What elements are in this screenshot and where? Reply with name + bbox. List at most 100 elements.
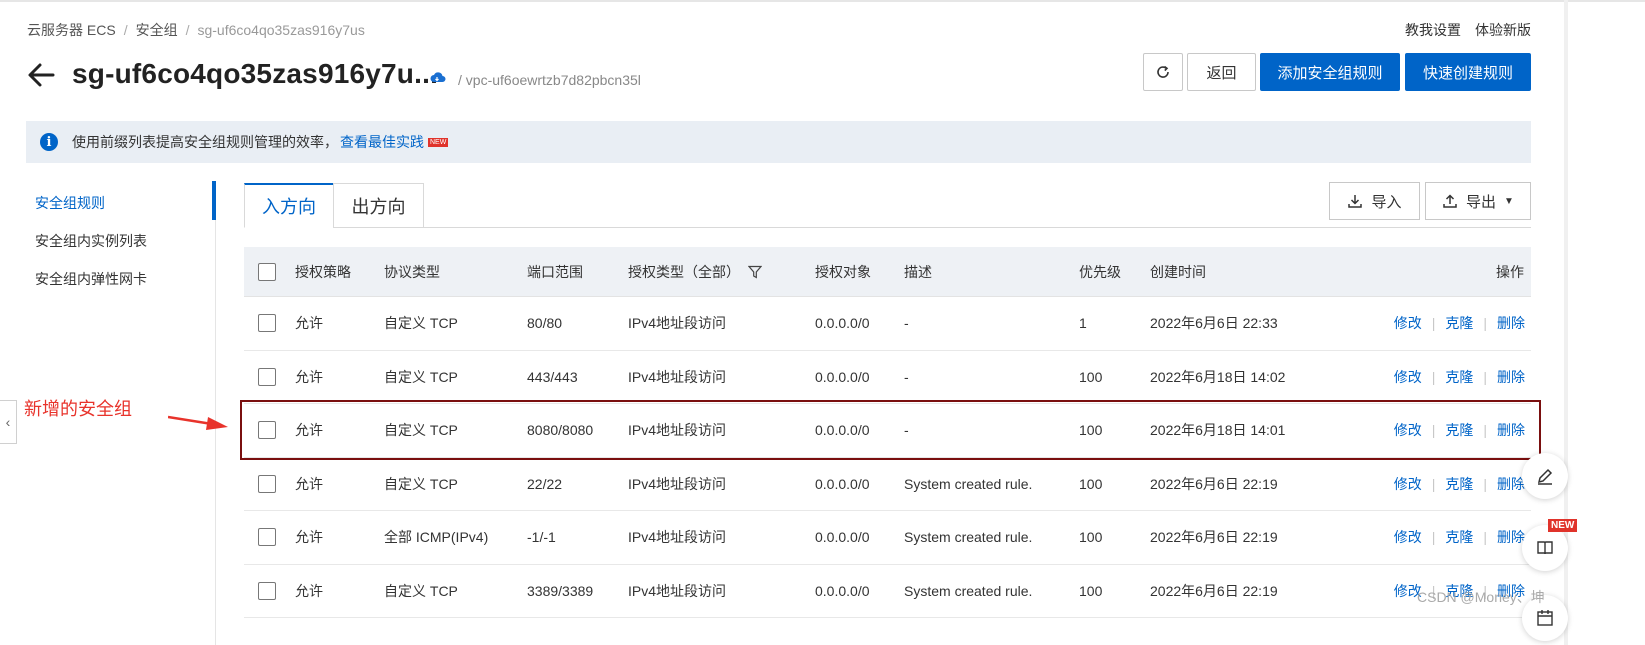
action-separator: |: [1431, 529, 1436, 546]
cell-auth-type: IPv4地址段访问: [628, 529, 727, 546]
clone-link[interactable]: 克隆: [1445, 527, 1473, 547]
cell-port: 443/443: [527, 368, 578, 385]
sidebar-item-enis[interactable]: 安全组内弹性网卡: [35, 269, 147, 289]
cell-created: 2022年6月6日 22:19: [1150, 529, 1278, 546]
cell-port: -1/-1: [527, 529, 556, 546]
action-separator: |: [1483, 368, 1487, 385]
filter-icon[interactable]: [748, 265, 762, 279]
cloud-sync-icon[interactable]: [430, 71, 446, 85]
edit-link[interactable]: 修改: [1394, 527, 1422, 547]
delete-link[interactable]: 删除: [1497, 313, 1525, 333]
edit-link[interactable]: 修改: [1394, 474, 1422, 494]
row-checkbox[interactable]: [258, 367, 276, 386]
try-new-version-link[interactable]: 体验新版: [1475, 20, 1531, 40]
tab-inbound[interactable]: 入方向: [244, 183, 334, 228]
delete-link[interactable]: 删除: [1497, 474, 1525, 494]
cell-priority: 100: [1079, 475, 1103, 492]
table-row: 允许 自定义 TCP 80/80 IPv4地址段访问 0.0.0.0/0 - 1 2022年6…: [244, 297, 1531, 351]
cell-priority: 100: [1079, 582, 1103, 599]
action-separator: |: [1483, 529, 1487, 546]
chevron-left-icon: ‹: [5, 414, 11, 430]
cell-created: 2022年6月6日 22:33: [1150, 315, 1278, 332]
cell-auth-object: 0.0.0.0/0: [815, 475, 870, 492]
header-priority: 优先级: [1079, 263, 1121, 280]
calendar-icon: [1537, 610, 1553, 626]
cell-created: 2022年6月18日 14:02: [1150, 368, 1286, 385]
table-row: 允许 自定义 TCP 443/443 IPv4地址段访问 0.0.0.0/0 - 100 20…: [244, 350, 1531, 404]
cell-policy: 允许: [295, 475, 323, 492]
table-row: 允许 自定义 TCP 3389/3389 IPv4地址段访问 0.0.0.0/0 Syst…: [244, 564, 1531, 618]
breadcrumb-item-ecs[interactable]: 云服务器 ECS: [27, 20, 116, 40]
cell-auth-object: 0.0.0.0/0: [815, 529, 870, 546]
delete-link[interactable]: 删除: [1497, 367, 1525, 387]
collapse-handle[interactable]: ‹: [0, 400, 17, 444]
add-rule-button[interactable]: 添加安全组规则: [1260, 53, 1400, 91]
annotation-arrow-icon: [168, 415, 228, 430]
watermark: CSDN @Money、坤: [1417, 589, 1545, 605]
tabs-divider: [244, 227, 1531, 228]
cell-auth-object: 0.0.0.0/0: [815, 315, 870, 332]
export-button[interactable]: 导出 ▼: [1425, 182, 1531, 220]
vpc-label[interactable]: / vpc-uf6oewrtzb7d82pbcn35l: [458, 72, 641, 88]
header-policy: 授权策略: [295, 263, 351, 280]
cell-created: 2022年6月6日 22:19: [1150, 582, 1278, 599]
back-button[interactable]: 返回: [1187, 53, 1256, 91]
sidebar-active-indicator: [212, 181, 216, 220]
feedback-button[interactable]: [1522, 453, 1568, 499]
header-auth-object: 授权对象: [815, 263, 871, 280]
sidebar-item-instances[interactable]: 安全组内实例列表: [35, 231, 147, 251]
header-created: 创建时间: [1150, 263, 1206, 280]
cell-description: -: [904, 315, 909, 332]
cell-description: -: [904, 368, 909, 385]
float-new-badge: NEW: [1548, 519, 1578, 532]
cell-created: 2022年6月6日 22:19: [1150, 475, 1278, 492]
teach-me-link[interactable]: 教我设置: [1405, 20, 1461, 40]
clone-link[interactable]: 克隆: [1445, 313, 1473, 333]
header-description: 描述: [904, 263, 932, 280]
select-all-checkbox[interactable]: [258, 262, 276, 281]
cell-protocol: 自定义 TCP: [384, 315, 458, 332]
header-auth-type: 授权类型（全部）: [628, 263, 740, 280]
cell-protocol: 全部 ICMP(IPv4): [384, 529, 489, 546]
sidebar-item-rules[interactable]: 安全组规则: [35, 193, 105, 213]
cell-priority: 100: [1079, 368, 1103, 385]
clone-link[interactable]: 克隆: [1445, 367, 1473, 387]
cell-port: 80/80: [527, 315, 563, 332]
row-actions: 修改 | 克隆 | 删除: [1394, 367, 1525, 387]
download-icon: [1348, 195, 1363, 208]
best-practice-link[interactable]: 查看最佳实践: [340, 132, 424, 152]
info-icon: i: [40, 133, 58, 151]
cell-description: System created rule.: [904, 582, 1033, 599]
edit-link[interactable]: 修改: [1394, 313, 1422, 333]
refresh-button[interactable]: [1143, 53, 1183, 91]
quick-create-rule-button[interactable]: 快速创建规则: [1405, 53, 1531, 91]
row-checkbox[interactable]: [258, 474, 276, 493]
header-ops: 操作: [1496, 263, 1524, 280]
clone-link[interactable]: 克隆: [1445, 474, 1473, 494]
row-checkbox[interactable]: [258, 314, 276, 333]
cell-policy: 允许: [295, 368, 323, 385]
refresh-icon: [1157, 65, 1169, 78]
tab-outbound[interactable]: 出方向: [333, 183, 424, 228]
cell-auth-type: IPv4地址段访问: [628, 368, 727, 385]
row-checkbox[interactable]: [258, 581, 276, 600]
table-row: 允许 自定义 TCP 22/22 IPv4地址段访问 0.0.0.0/0 System c…: [244, 457, 1531, 511]
breadcrumb: 云服务器 ECS / 安全组 / sg-uf6co4qo35zas916y7us: [27, 20, 365, 40]
row-checkbox[interactable]: [258, 528, 276, 547]
breadcrumb-item-security-group[interactable]: 安全组: [136, 20, 178, 40]
breadcrumb-separator: /: [185, 22, 190, 38]
cell-auth-type: IPv4地址段访问: [628, 315, 727, 332]
highlight-box: [240, 400, 1541, 460]
upload-icon: [1443, 194, 1457, 208]
book-icon: [1537, 541, 1553, 555]
import-button[interactable]: 导入: [1329, 182, 1420, 220]
info-banner: i 使用前缀列表提高安全组规则管理的效率， 查看最佳实践 NEW: [26, 121, 1531, 163]
header-protocol: 协议类型: [384, 263, 440, 280]
import-label: 导入: [1371, 193, 1402, 211]
delete-link[interactable]: 删除: [1497, 527, 1525, 547]
edit-link[interactable]: 修改: [1394, 367, 1422, 387]
cell-port: 3389/3389: [527, 582, 594, 599]
back-arrow-icon[interactable]: [26, 60, 56, 90]
action-separator: |: [1431, 315, 1436, 332]
row-actions: 修改 | 克隆 | 删除: [1394, 527, 1525, 547]
